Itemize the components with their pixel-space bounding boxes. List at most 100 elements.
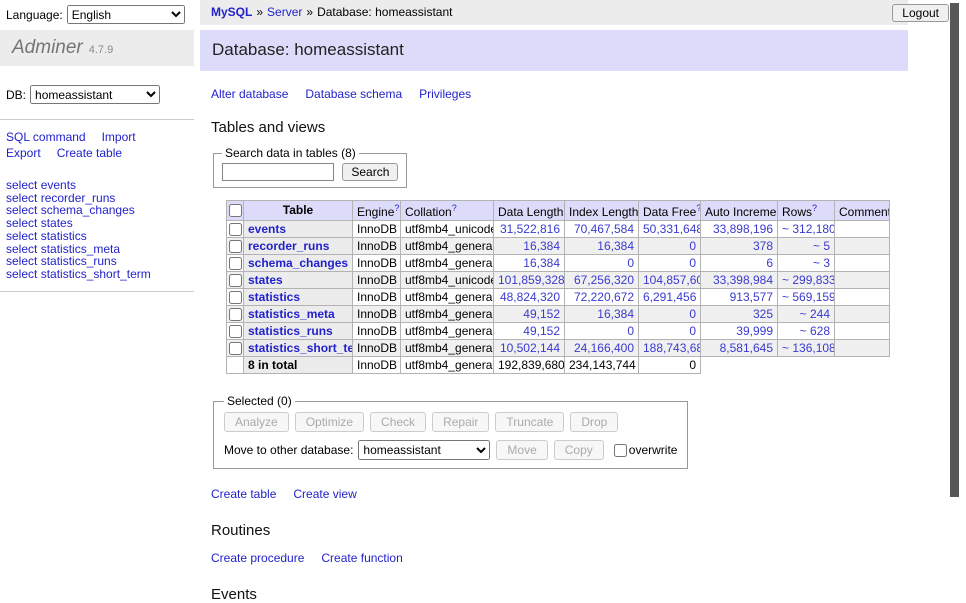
rows-value[interactable]: ~ 136,108 [782, 341, 835, 355]
copy-button[interactable]: Copy [554, 440, 604, 460]
auto-increment-value[interactable]: 913,577 [730, 290, 773, 304]
data-free-value[interactable]: 0 [689, 256, 696, 270]
rows-value[interactable]: ~ 628 [800, 324, 830, 338]
data-free-value[interactable]: 188,743,680 [643, 341, 701, 355]
selected-buttons-row: Analyze Optimize Check Repair Truncate Drop [224, 412, 677, 432]
data-free-value[interactable]: 0 [689, 307, 696, 321]
repair-button[interactable]: Repair [432, 412, 489, 432]
rows-value[interactable]: ~ 312,180 [782, 222, 835, 236]
data-length-value[interactable]: 101,859,328 [498, 273, 565, 287]
data-length-value[interactable]: 10,502,144 [500, 341, 560, 355]
data-free-value[interactable]: 0 [689, 324, 696, 338]
data-length-value[interactable]: 49,152 [523, 307, 560, 321]
index-length-value[interactable]: 72,220,672 [574, 290, 634, 304]
search-button[interactable]: Search [342, 163, 398, 181]
move-button[interactable]: Move [496, 440, 547, 460]
data-free-value[interactable]: 50,331,648 [643, 222, 701, 236]
collation-hint-link[interactable]: ? [452, 203, 457, 213]
row-checkbox-statistics[interactable] [229, 291, 242, 304]
scrollbar-thumb[interactable] [950, 3, 959, 497]
truncate-button[interactable]: Truncate [495, 412, 564, 432]
vertical-scrollbar[interactable] [950, 0, 966, 543]
auto-increment-value[interactable]: 378 [753, 239, 773, 253]
data-length-value[interactable]: 16,384 [523, 256, 560, 270]
data-length-value[interactable]: 16,384 [523, 239, 560, 253]
database-schema-link[interactable]: Database schema [305, 87, 402, 101]
table-link-states[interactable]: states [248, 273, 283, 287]
sql-command-link[interactable]: SQL command [6, 130, 86, 144]
column-header-auto-increment: Auto Increment? [701, 201, 778, 221]
row-checkbox-states[interactable] [229, 274, 242, 287]
cell-engine: InnoDB [353, 255, 401, 272]
auto-increment-value[interactable]: 8,581,645 [720, 341, 773, 355]
logout-button[interactable]: Logout [892, 4, 949, 22]
row-checkbox-events[interactable] [229, 223, 242, 236]
data-free-hint-link[interactable]: ? [696, 203, 700, 213]
index-length-value[interactable]: 67,256,320 [574, 273, 634, 287]
table-link-statistics_runs[interactable]: statistics_runs [248, 324, 333, 338]
cell-auto-increment: 378 [701, 238, 778, 255]
analyze-button[interactable]: Analyze [224, 412, 289, 432]
rows-value[interactable]: ~ 299,833 [782, 273, 835, 287]
data-free-value[interactable]: 0 [689, 239, 696, 253]
db-select[interactable]: homeassistant [30, 85, 160, 104]
row-checkbox-statistics_short_term[interactable] [229, 342, 242, 355]
move-database-select[interactable]: homeassistant [358, 440, 490, 460]
select-link-statistics_short_term[interactable]: select [6, 267, 37, 281]
search-input[interactable] [222, 163, 334, 181]
breadcrumb-mysql-link[interactable]: MySQL [211, 5, 252, 19]
table-link-statistics[interactable]: statistics [248, 290, 300, 304]
rows-value[interactable]: ~ 5 [813, 239, 830, 253]
index-length-value[interactable]: 0 [627, 324, 634, 338]
language-select[interactable]: English [67, 5, 185, 24]
column-header-data-length: Data Length? [494, 201, 565, 221]
cell-collation: utf8mb4_general_ci [401, 238, 494, 255]
row-checkbox-statistics_meta[interactable] [229, 308, 242, 321]
drop-button[interactable]: Drop [570, 412, 618, 432]
alter-database-link[interactable]: Alter database [211, 87, 288, 101]
auto-increment-value[interactable]: 325 [753, 307, 773, 321]
optimize-button[interactable]: Optimize [295, 412, 364, 432]
row-checkbox-recorder_runs[interactable] [229, 240, 242, 253]
table-link-events[interactable]: events [248, 222, 286, 236]
breadcrumb-server-link[interactable]: Server [267, 5, 302, 19]
import-link[interactable]: Import [102, 130, 136, 144]
auto-increment-value[interactable]: 6 [766, 256, 773, 270]
auto-increment-value[interactable]: 33,898,196 [713, 222, 773, 236]
auto-increment-value[interactable]: 39,999 [736, 324, 773, 338]
create-table-link[interactable]: Create table [211, 487, 276, 501]
privileges-link[interactable]: Privileges [419, 87, 471, 101]
rows-value[interactable]: ~ 244 [800, 307, 830, 321]
engine-hint-link[interactable]: ? [394, 203, 399, 213]
export-link[interactable]: Export [6, 146, 41, 160]
cell-collation: utf8mb4_general_ci [401, 306, 494, 323]
check-button[interactable]: Check [370, 412, 426, 432]
index-length-value[interactable]: 16,384 [597, 239, 634, 253]
create-table-link-sidebar[interactable]: Create table [57, 146, 122, 160]
table-link-recorder_runs[interactable]: recorder_runs [248, 239, 329, 253]
create-function-link[interactable]: Create function [321, 551, 402, 565]
row-checkbox-statistics_runs[interactable] [229, 325, 242, 338]
auto-increment-value[interactable]: 33,398,984 [713, 273, 773, 287]
overwrite-checkbox[interactable] [614, 444, 627, 457]
data-free-value[interactable]: 104,857,600 [643, 273, 701, 287]
rows-value[interactable]: ~ 569,159 [782, 290, 835, 304]
index-length-value[interactable]: 24,166,400 [574, 341, 634, 355]
create-view-link[interactable]: Create view [293, 487, 356, 501]
table-link-statistics_short_term[interactable]: statistics_short_term [248, 341, 353, 355]
data-length-value[interactable]: 49,152 [523, 324, 560, 338]
data-length-value[interactable]: 48,824,320 [500, 290, 560, 304]
data-free-value[interactable]: 6,291,456 [643, 290, 696, 304]
row-checkbox-schema_changes[interactable] [229, 257, 242, 270]
rows-hint-link[interactable]: ? [812, 203, 817, 213]
sidebar-table-link-statistics_short_term[interactable]: statistics_short_term [41, 267, 151, 281]
index-length-value[interactable]: 0 [627, 256, 634, 270]
create-procedure-link[interactable]: Create procedure [211, 551, 304, 565]
table-link-statistics_meta[interactable]: statistics_meta [248, 307, 335, 321]
select-all-checkbox[interactable] [229, 204, 242, 217]
data-length-value[interactable]: 31,522,816 [500, 222, 560, 236]
rows-value[interactable]: ~ 3 [813, 256, 830, 270]
table-link-schema_changes[interactable]: schema_changes [248, 256, 348, 270]
index-length-value[interactable]: 16,384 [597, 307, 634, 321]
index-length-value[interactable]: 70,467,584 [574, 222, 634, 236]
